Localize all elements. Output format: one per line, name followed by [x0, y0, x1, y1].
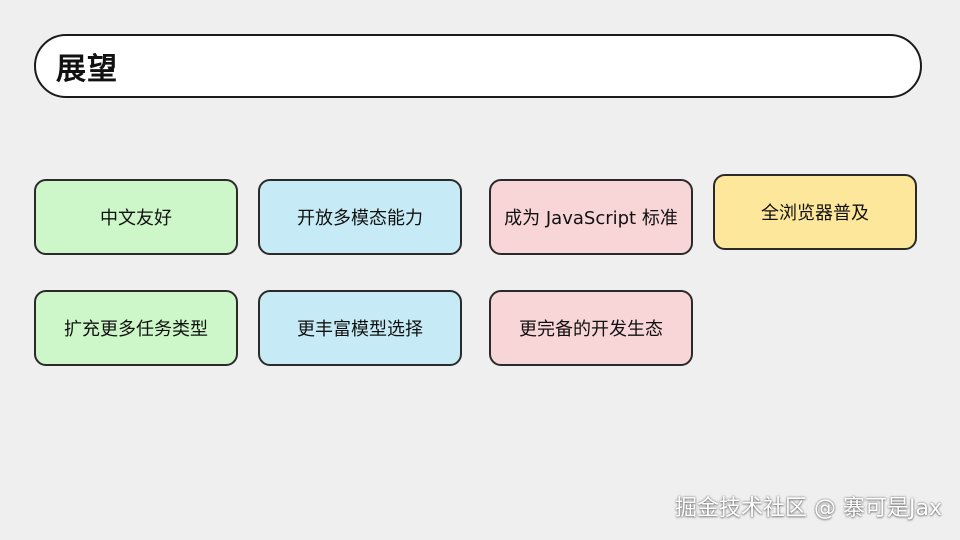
page-title: 展望: [56, 52, 118, 87]
card-label: 开放多模态能力: [297, 208, 423, 229]
card-javascript-standard: 成为 JavaScript 标准: [489, 179, 693, 255]
card-more-models: 更丰富模型选择: [258, 290, 462, 366]
card-dev-ecosystem: 更完备的开发生态: [489, 290, 693, 366]
card-label: 扩充更多任务类型: [64, 319, 208, 340]
card-open-multimodal: 开放多模态能力: [258, 179, 462, 255]
card-label: 中文友好: [100, 208, 172, 229]
card-more-tasks: 扩充更多任务类型: [34, 290, 238, 366]
card-label: 全浏览器普及: [761, 203, 869, 224]
card-label: 更完备的开发生态: [519, 319, 663, 340]
card-all-browsers: 全浏览器普及: [713, 174, 917, 250]
card-label: 更丰富模型选择: [297, 319, 423, 340]
card-chinese-friendly: 中文友好: [34, 179, 238, 255]
card-label: 成为 JavaScript 标准: [504, 208, 678, 229]
title-bar: 展望: [34, 34, 922, 98]
watermark: 掘金技术社区 @ 寨可是Jax: [675, 496, 942, 521]
